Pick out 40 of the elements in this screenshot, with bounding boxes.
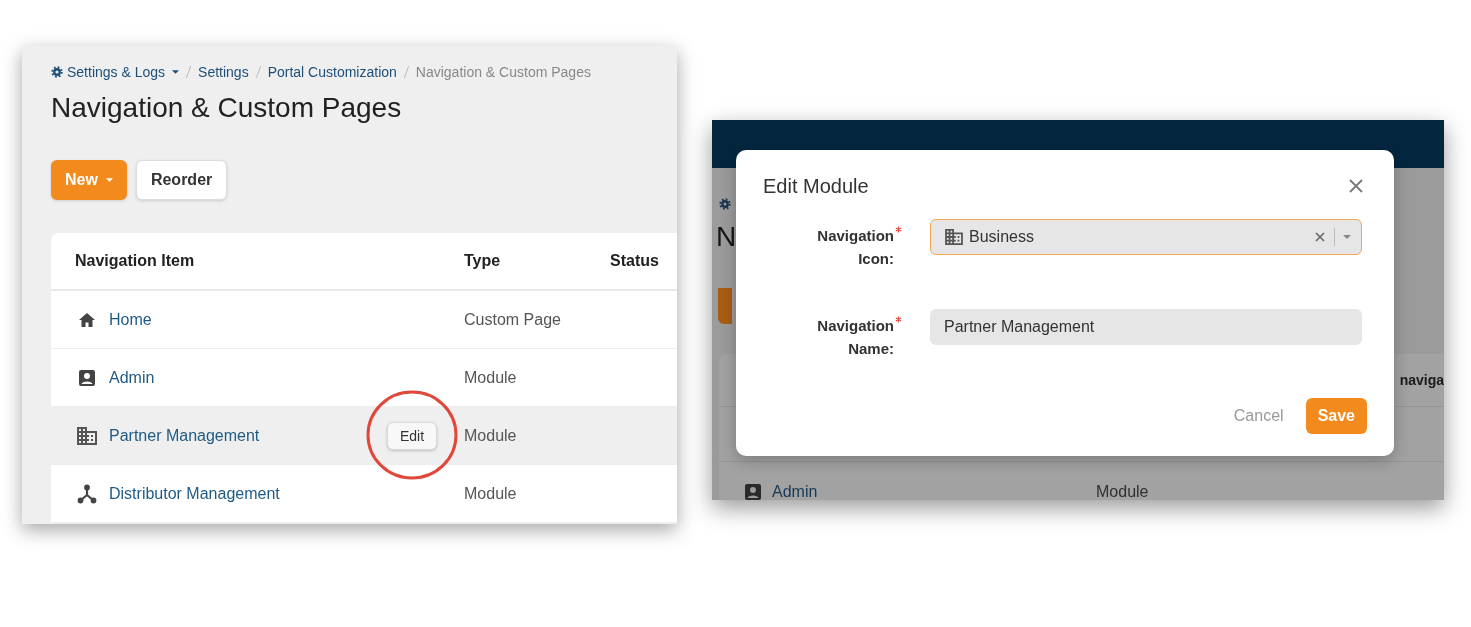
item-link[interactable]: Admin (109, 368, 155, 387)
icon-select[interactable]: Business (930, 219, 1362, 255)
column-header: Status (610, 252, 660, 270)
edit-button[interactable]: Edit (387, 421, 437, 450)
caret-icon (105, 178, 113, 182)
table-row[interactable]: Partner Management Edit Module (51, 407, 677, 465)
table-cell-text: Module (464, 484, 518, 503)
dialog-title: Edit Module (763, 174, 869, 198)
table-cell-text: Custom Page (464, 310, 562, 329)
breadcrumb-menu[interactable]: Settings & Logs (51, 64, 180, 80)
table-cell-text: Module (464, 368, 518, 387)
breadcrumb-link[interactable]: Settings (198, 64, 249, 80)
item-link[interactable]: Distributor Management (109, 484, 280, 503)
column-header: Type (464, 252, 502, 270)
field-label: Navigation (817, 316, 894, 336)
caret-icon[interactable] (1343, 235, 1351, 239)
column-header: naviga (1399, 372, 1444, 388)
table-cell-text: Module (464, 426, 518, 445)
settings-icon (51, 66, 63, 78)
contact-card-icon (77, 367, 97, 388)
column-header: Navigation Item (74, 252, 196, 270)
building-icon (945, 229, 963, 245)
caret-icon (172, 70, 180, 74)
building-icon (77, 425, 97, 446)
field-label: Name: (848, 339, 894, 359)
name-field[interactable]: Partner Management (930, 309, 1362, 345)
field-label: Navigation (817, 226, 894, 246)
reorder-button[interactable]: Reorder (135, 160, 228, 200)
page-title: N (716, 220, 737, 254)
page-title: Navigation & Custom Pages (51, 91, 403, 125)
clear-icon[interactable] (1315, 232, 1325, 242)
breadcrumb-link[interactable]: Portal Customization (267, 64, 397, 80)
breadcrumb-current: Navigation & Custom Pages (415, 64, 591, 80)
settings-icon (719, 198, 731, 210)
table-cell: Module (1096, 483, 1149, 500)
item-link[interactable]: Partner Management (109, 426, 260, 445)
network-icon (77, 483, 97, 504)
item-link[interactable]: Home (109, 310, 152, 329)
close-icon[interactable] (1348, 178, 1364, 194)
field-label: Icon: (858, 249, 894, 269)
